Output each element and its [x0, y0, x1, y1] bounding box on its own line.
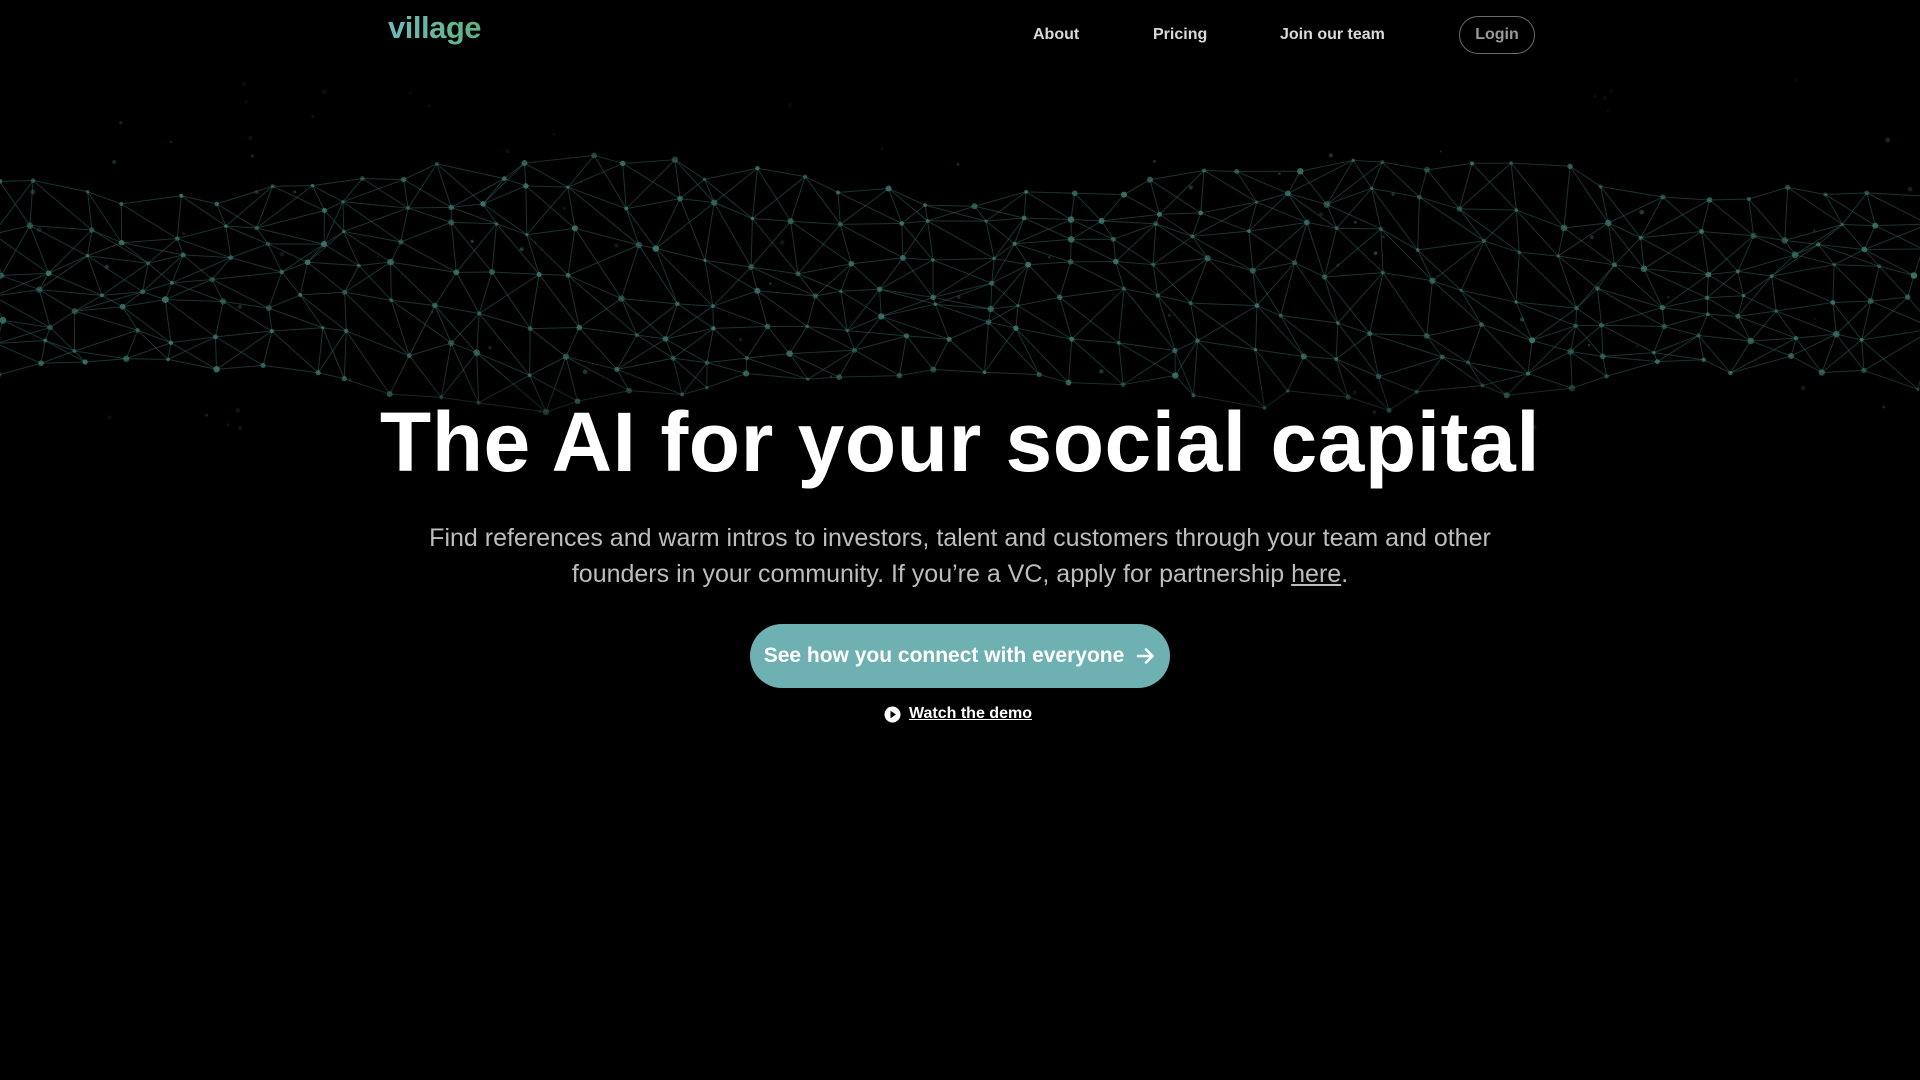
nav-link-join-our-team[interactable]: Join our team	[1280, 26, 1385, 44]
village-logo[interactable]: village	[388, 10, 482, 46]
login-button[interactable]: Login	[1459, 16, 1535, 54]
hero-subtitle: Find references and warm intros to inves…	[400, 520, 1520, 592]
nav-link-about[interactable]: About	[1033, 26, 1079, 44]
nav-link-pricing[interactable]: Pricing	[1153, 26, 1207, 44]
hero-subtitle-end: .	[1341, 560, 1349, 588]
watch-demo-link[interactable]: Watch the demo	[884, 703, 1032, 725]
hero-title: The AI for your social capital	[379, 395, 1541, 489]
cta-label: See how you connect with everyone	[763, 644, 1125, 667]
watch-demo-label: Watch the demo	[909, 705, 1032, 722]
top-nav: village About Pricing Join our team Logi…	[0, 0, 1920, 72]
arrow-right-icon	[1136, 648, 1155, 664]
page: village About Pricing Join our team Logi…	[0, 0, 1920, 1080]
partnership-link[interactable]: here	[1291, 560, 1341, 588]
play-circle-icon	[884, 706, 901, 722]
connect-cta-button[interactable]: See how you connect with everyone	[750, 624, 1170, 688]
